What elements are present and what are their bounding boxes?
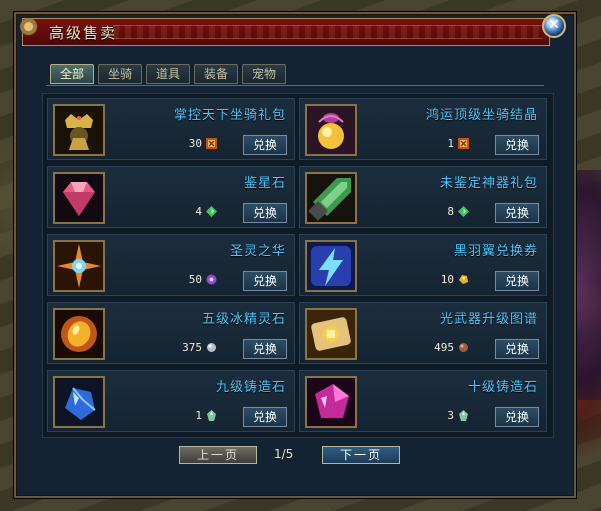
tab-all[interactable]: 全部: [50, 64, 94, 84]
golden-orb-icon[interactable]: [305, 104, 357, 156]
exchange-button[interactable]: 兑换: [243, 339, 287, 359]
exchange-button[interactable]: 兑换: [495, 339, 539, 359]
tab-mount[interactable]: 坐骑: [98, 64, 142, 84]
holy-star-icon[interactable]: [53, 240, 105, 292]
exchange-button[interactable]: 兑换: [243, 407, 287, 427]
silver-stone-icon: [207, 343, 216, 352]
vip-coin-icon: [458, 138, 469, 149]
lightning-ticket-icon[interactable]: [305, 240, 357, 292]
green-gem-icon: [206, 206, 217, 217]
vip-coin-icon: [206, 138, 217, 149]
blue-forge-stone-icon[interactable]: [53, 376, 105, 428]
item-card: 未鉴定神器礼包 8 兑换: [299, 166, 547, 228]
exchange-button[interactable]: 兑换: [243, 203, 287, 223]
item-price: 8: [447, 205, 454, 218]
close-button[interactable]: ✕: [542, 14, 566, 38]
item-name: 光武器升级图谱: [439, 312, 538, 327]
pink-forge-stone-icon[interactable]: [305, 376, 357, 428]
page-indicator: 1/5: [274, 447, 294, 461]
tab-pet[interactable]: 宠物: [242, 64, 286, 84]
gold-nugget-icon: [459, 275, 468, 284]
bronze-stone-icon: [459, 343, 468, 352]
category-tabs: 全部 坐骑 道具 装备 宠物: [50, 64, 286, 86]
item-card: 鉴星石 4 兑换: [47, 166, 295, 228]
pink-diamond-icon[interactable]: [53, 172, 105, 224]
crystal-green-icon: [207, 410, 216, 421]
tab-equipment[interactable]: 装备: [194, 64, 238, 84]
item-price: 30: [188, 137, 202, 150]
item-name: 五级冰精灵石: [201, 312, 286, 327]
item-name: 圣灵之华: [229, 244, 286, 259]
item-card: 掌控天下坐骑礼包 30 兑换: [47, 98, 295, 160]
exchange-button[interactable]: 兑换: [495, 203, 539, 223]
item-price: 10: [440, 273, 454, 286]
green-gem-icon: [458, 206, 469, 217]
purple-flower-icon: [206, 274, 217, 285]
exchange-button[interactable]: 兑换: [495, 407, 539, 427]
item-card: 鸿运顶级坐骑结晶 1 兑换: [299, 98, 547, 160]
jade-sword-icon[interactable]: [305, 172, 357, 224]
item-name: 九级铸造石: [215, 380, 286, 395]
item-card: 黑羽翼兑换券 10 兑换: [299, 234, 547, 296]
item-card: 圣灵之华 50 兑换: [47, 234, 295, 296]
pagination: 上一页 1/5 下一页: [16, 446, 578, 470]
item-card: 五级冰精灵石 375 兑换: [47, 302, 295, 364]
crystal-green-icon: [459, 410, 468, 421]
item-card: 九级铸造石 1 兑换: [47, 370, 295, 432]
item-name: 黑羽翼兑换券: [453, 244, 538, 259]
item-grid: 掌控天下坐骑礼包 30 兑换 鸿运顶级坐骑结晶 1 兑换 鉴星石 4 兑换 未鉴…: [42, 93, 554, 438]
window-title: 高级售卖: [49, 24, 118, 42]
tab-divider: [46, 85, 544, 86]
orange-spirit-stone-icon[interactable]: [53, 308, 105, 360]
item-price: 1: [195, 409, 202, 422]
item-name: 十级铸造石: [467, 380, 538, 395]
exchange-button[interactable]: 兑换: [243, 271, 287, 291]
item-price: 495: [434, 341, 454, 354]
title-bar[interactable]: 高级售卖: [13, 13, 550, 47]
item-card: 十级铸造石 3 兑换: [299, 370, 547, 432]
tab-items[interactable]: 道具: [146, 64, 190, 84]
item-price: 375: [182, 341, 202, 354]
item-name: 掌控天下坐骑礼包: [173, 108, 286, 123]
scroll-map-icon[interactable]: [305, 308, 357, 360]
exchange-button[interactable]: 兑换: [495, 135, 539, 155]
next-page-button[interactable]: 下一页: [322, 446, 400, 464]
ornament-icon: [13, 13, 39, 47]
item-name: 鸿运顶级坐骑结晶: [425, 108, 538, 123]
item-price: 50: [188, 273, 202, 286]
item-price: 3: [447, 409, 454, 422]
exchange-button[interactable]: 兑换: [495, 271, 539, 291]
crown-mount-pack-icon[interactable]: [53, 104, 105, 156]
item-card: 光武器升级图谱 495 兑换: [299, 302, 547, 364]
item-name: 鉴星石: [243, 176, 286, 191]
advanced-sale-window: 高级售卖 ✕ 全部 坐骑 道具 装备 宠物 掌控天下坐骑礼包 30 兑换 鸿运顶…: [13, 12, 578, 498]
prev-page-button[interactable]: 上一页: [179, 446, 257, 464]
item-name: 未鉴定神器礼包: [439, 176, 538, 191]
item-price: 1: [447, 137, 454, 150]
exchange-button[interactable]: 兑换: [243, 135, 287, 155]
item-price: 4: [195, 205, 202, 218]
